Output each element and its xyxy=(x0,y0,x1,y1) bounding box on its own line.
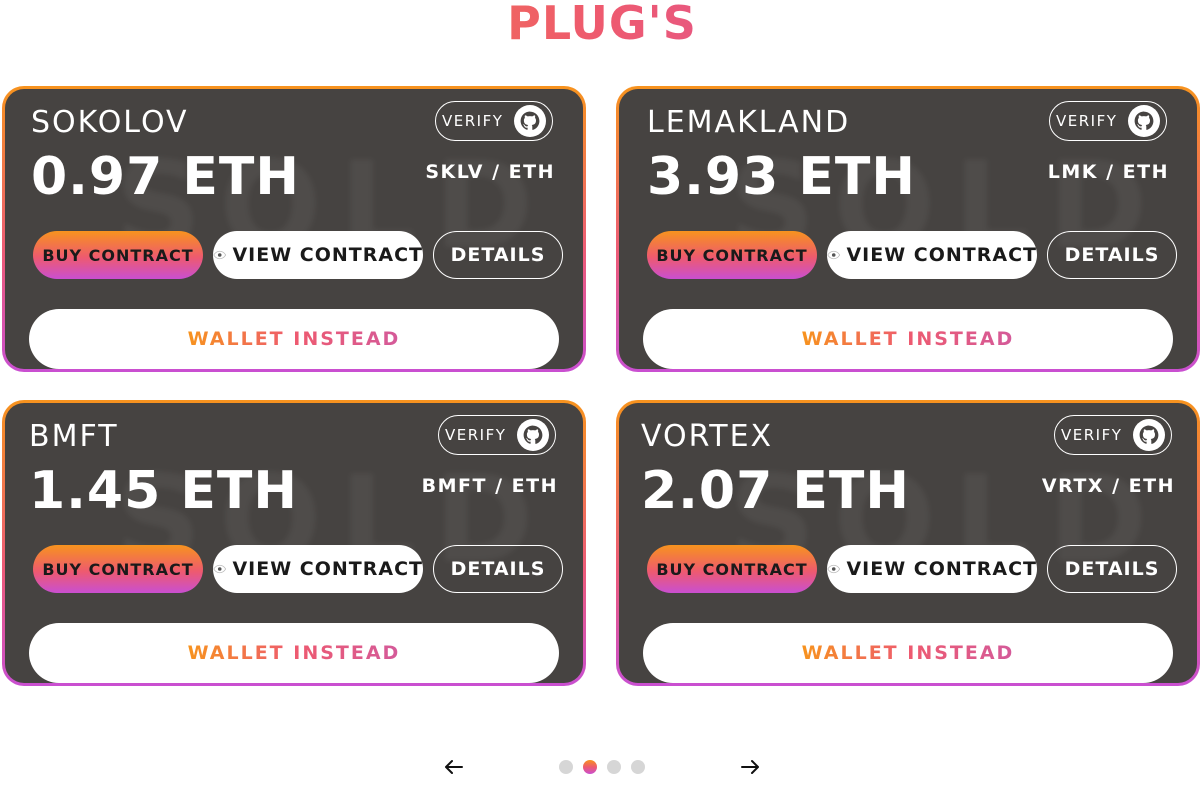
verify-button[interactable]: VERIFY xyxy=(1054,415,1172,455)
card-price: 3.93 ETH xyxy=(647,147,916,207)
wallet-instead-button[interactable]: WALLET INSTEAD xyxy=(643,309,1173,369)
card-price: 1.45 ETH xyxy=(29,461,298,521)
github-icon xyxy=(1133,419,1165,451)
page-dots xyxy=(559,760,645,774)
wallet-instead-label: WALLET INSTEAD xyxy=(801,642,1015,664)
details-button[interactable]: DETAILS xyxy=(1047,231,1177,279)
carousel-navigation xyxy=(0,754,1204,780)
buy-contract-button[interactable]: BUY CONTRACT xyxy=(647,231,817,279)
verify-button[interactable]: VERIFY xyxy=(438,415,556,455)
eye-icon xyxy=(213,250,227,260)
eye-icon xyxy=(213,564,227,574)
details-button[interactable]: DETAILS xyxy=(1047,545,1177,593)
github-icon xyxy=(517,419,549,451)
verify-button[interactable]: VERIFY xyxy=(1049,101,1167,141)
trading-pair: VRTX / ETH xyxy=(1041,475,1175,497)
card-name: VORTEX xyxy=(641,419,774,454)
view-contract-button[interactable]: VIEW CONTRACT xyxy=(213,545,423,593)
card-price: 2.07 ETH xyxy=(641,461,910,521)
buy-contract-button[interactable]: BUY CONTRACT xyxy=(647,545,817,593)
wallet-instead-button[interactable]: WALLET INSTEAD xyxy=(29,309,559,369)
plug-card: SOLD SOKOLOV 0.97 ETH VERIFY SKLV / ETH … xyxy=(2,86,586,372)
details-button[interactable]: DETAILS xyxy=(433,231,563,279)
wallet-instead-button[interactable]: WALLET INSTEAD xyxy=(29,623,559,683)
view-contract-label: VIEW CONTRACT xyxy=(846,244,1037,266)
buy-contract-button[interactable]: BUY CONTRACT xyxy=(33,545,203,593)
eye-icon xyxy=(827,564,841,574)
buy-contract-button[interactable]: BUY CONTRACT xyxy=(33,231,203,279)
verify-label: VERIFY xyxy=(442,112,504,130)
wallet-instead-label: WALLET INSTEAD xyxy=(801,328,1015,350)
page-title: PLUG'S xyxy=(0,0,1204,50)
page-dot-4[interactable] xyxy=(631,760,645,774)
card-name: LEMAKLAND xyxy=(647,105,851,140)
eye-icon xyxy=(827,250,841,260)
card-name: BMFT xyxy=(29,419,119,454)
plug-card: SOLD LEMAKLAND 3.93 ETH VERIFY LMK / ETH… xyxy=(616,86,1200,372)
card-price: 0.97 ETH xyxy=(31,147,300,207)
arrow-left-icon[interactable] xyxy=(441,754,467,780)
verify-label: VERIFY xyxy=(1056,112,1118,130)
plug-card: SOLD VORTEX 2.07 ETH VERIFY VRTX / ETH B… xyxy=(616,400,1200,686)
view-contract-label: VIEW CONTRACT xyxy=(232,558,423,580)
plug-card: SOLD BMFT 1.45 ETH VERIFY BMFT / ETH BUY… xyxy=(2,400,586,686)
wallet-instead-label: WALLET INSTEAD xyxy=(187,328,401,350)
details-button[interactable]: DETAILS xyxy=(433,545,563,593)
github-icon xyxy=(514,105,546,137)
verify-label: VERIFY xyxy=(445,426,507,444)
view-contract-label: VIEW CONTRACT xyxy=(846,558,1037,580)
view-contract-label: VIEW CONTRACT xyxy=(232,244,423,266)
view-contract-button[interactable]: VIEW CONTRACT xyxy=(213,231,423,279)
view-contract-button[interactable]: VIEW CONTRACT xyxy=(827,545,1037,593)
trading-pair: BMFT / ETH xyxy=(421,475,558,497)
verify-button[interactable]: VERIFY xyxy=(435,101,553,141)
arrow-right-icon[interactable] xyxy=(737,754,763,780)
view-contract-button[interactable]: VIEW CONTRACT xyxy=(827,231,1037,279)
wallet-instead-label: WALLET INSTEAD xyxy=(187,642,401,664)
card-name: SOKOLOV xyxy=(31,105,189,140)
trading-pair: LMK / ETH xyxy=(1047,161,1169,183)
page-dot-2[interactable] xyxy=(583,760,597,774)
verify-label: VERIFY xyxy=(1061,426,1123,444)
trading-pair: SKLV / ETH xyxy=(425,161,555,183)
page-dot-1[interactable] xyxy=(559,760,573,774)
page-dot-3[interactable] xyxy=(607,760,621,774)
wallet-instead-button[interactable]: WALLET INSTEAD xyxy=(643,623,1173,683)
github-icon xyxy=(1128,105,1160,137)
